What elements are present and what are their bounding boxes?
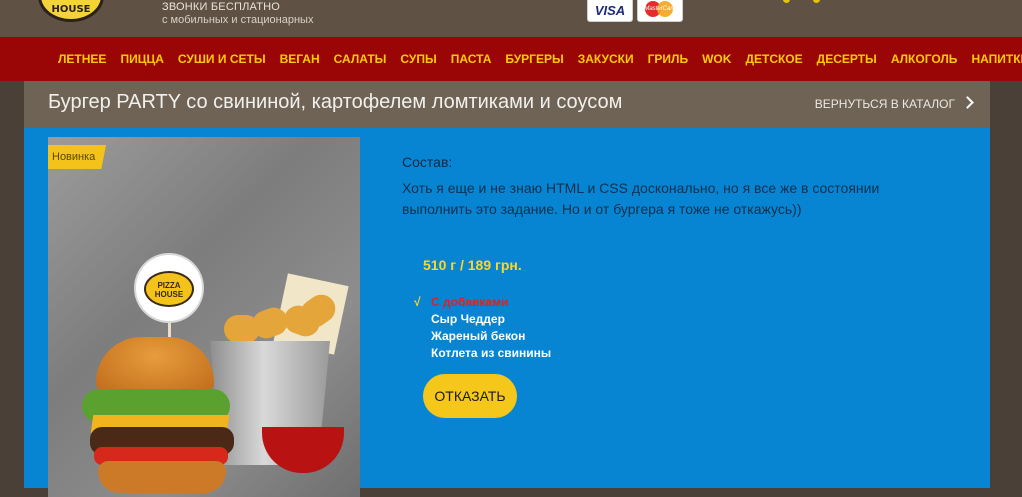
logo-text: HOUSE xyxy=(51,4,91,15)
visa-label: VISA xyxy=(594,3,626,18)
nav-item-snacks[interactable]: ЗАКУСКИ xyxy=(578,52,634,66)
main-nav: ЛЕТНЕЕ ПИЦЦА СУШИ И СЕТЫ ВЕГАН САЛАТЫ СУ… xyxy=(0,37,1022,81)
pizza-house-flag: PIZZA HOUSE xyxy=(136,255,202,321)
option-label: Жареный бекон xyxy=(431,329,526,343)
pizza-house-flag-logo: PIZZA HOUSE xyxy=(144,271,194,307)
page-title: Бургер PARTY со свининой, картофелем лом… xyxy=(48,91,623,113)
nav-list: ЛЕТНЕЕ ПИЦЦА СУШИ И СЕТЫ ВЕГАН САЛАТЫ СУ… xyxy=(58,37,1022,81)
option-label: С добавками xyxy=(431,295,509,309)
nav-item-grill[interactable]: ГРИЛЬ xyxy=(648,52,688,66)
burger-bun-bottom xyxy=(98,461,226,493)
visa-card-icon: VISA xyxy=(587,0,633,22)
nav-item-letnee[interactable]: ЛЕТНЕЕ xyxy=(58,52,106,66)
ketchup-bowl xyxy=(262,427,344,473)
checkmark-icon: √ xyxy=(414,295,421,309)
option-label: Котлета из свинины xyxy=(431,346,552,360)
nav-item-sushi[interactable]: СУШИ И СЕТЫ xyxy=(178,52,266,66)
nav-item-drinks[interactable]: НАПИТКИ xyxy=(971,52,1022,66)
mastercard-icon: MasterCard xyxy=(637,0,683,22)
product-price: 510 г / 189 грн. xyxy=(423,257,522,273)
options-list: √ С добавками Сыр Чеддер Жареный бекон Ко… xyxy=(414,294,551,362)
decor-dot xyxy=(813,0,820,3)
order-button[interactable]: ОТКАЗАТЬ xyxy=(423,374,517,418)
chevron-right-icon xyxy=(961,96,974,109)
back-to-catalog-label: ВЕРНУТЬСЯ В КАТАЛОГ xyxy=(814,97,955,111)
back-to-catalog-link[interactable]: ВЕРНУТЬСЯ В КАТАЛОГ xyxy=(814,96,974,111)
product-image: PIZZA HOUSE Новинка xyxy=(48,137,360,497)
option-cheddar[interactable]: Сыр Чеддер xyxy=(414,311,551,328)
option-label: Сыр Чеддер xyxy=(431,312,505,326)
nav-item-desserts[interactable]: ДЕСЕРТЫ xyxy=(817,52,877,66)
nav-item-alcohol[interactable]: АЛКОГОЛЬ xyxy=(891,52,958,66)
product-panel: PIZZA HOUSE Новинка Состав: Хоть я еще и… xyxy=(24,128,990,497)
nav-item-burgers[interactable]: БУРГЕРЫ xyxy=(505,52,563,66)
free-calls-subtitle: с мобильных и стационарных xyxy=(162,14,314,26)
nav-item-wok[interactable]: WOK xyxy=(702,52,731,66)
nav-item-salads[interactable]: САЛАТЫ xyxy=(334,52,387,66)
product-info: Состав: Хоть я еще и не знаю HTML и CSS … xyxy=(402,154,922,418)
top-header: HOUSE ЗВОНКИ БЕСПЛАТНО с мобильных и ста… xyxy=(0,0,1022,37)
nav-item-vegan[interactable]: ВЕГАН xyxy=(280,52,320,66)
composition-label: Состав: xyxy=(402,154,453,170)
product-description: Хоть я еще и не знаю HTML и CSS досконал… xyxy=(402,180,880,217)
free-calls-info: ЗВОНКИ БЕСПЛАТНО с мобильных и стационар… xyxy=(162,1,313,27)
new-badge: Новинка xyxy=(48,145,106,169)
nav-item-pasta[interactable]: ПАСТА xyxy=(451,52,492,66)
option-pork-patty[interactable]: Котлета из свинины xyxy=(414,345,551,362)
option-with-additions[interactable]: √ С добавками xyxy=(414,294,551,311)
nav-item-pizza[interactable]: ПИЦЦА xyxy=(120,52,163,66)
nav-item-soups[interactable]: СУПЫ xyxy=(400,52,436,66)
flag-text: PIZZA HOUSE xyxy=(154,281,184,299)
free-calls-title: ЗВОНКИ БЕСПЛАТНО xyxy=(162,1,281,13)
site-logo[interactable]: HOUSE xyxy=(38,0,104,22)
burger-bun-top xyxy=(96,337,214,393)
option-bacon[interactable]: Жареный бекон xyxy=(414,328,551,345)
mastercard-label: MasterCard xyxy=(644,6,676,12)
nav-item-kids[interactable]: ДЕТСКОЕ xyxy=(745,52,802,66)
product-title-bar: Бургер PARTY со свининой, картофелем лом… xyxy=(24,81,990,128)
decor-dot xyxy=(783,0,790,3)
